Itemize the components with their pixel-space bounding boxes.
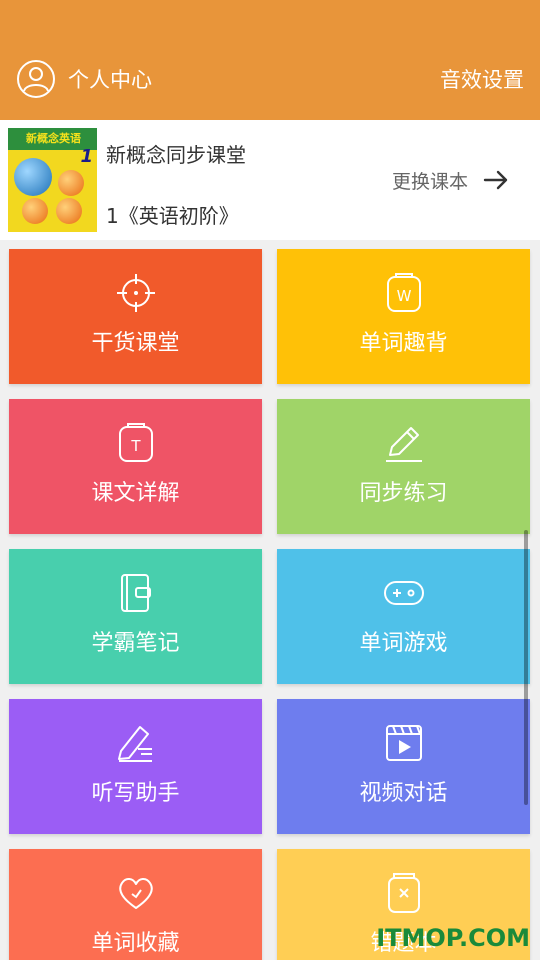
- tile-top-student-notes[interactable]: 学霸笔记: [9, 549, 262, 684]
- dictation-pen-icon: [117, 726, 152, 762]
- svg-text:W: W: [396, 287, 411, 305]
- book-title: 新概念同步课堂: [106, 143, 246, 167]
- change-book-label: 更换课本: [391, 170, 468, 193]
- tile-label: 课文详解: [91, 481, 180, 506]
- cover-title: 新概念英语: [26, 132, 81, 145]
- pencil-icon: [385, 427, 422, 462]
- cover-number: 1: [80, 146, 93, 167]
- tile-label: 单词趣背: [359, 331, 448, 356]
- notebook-icon: [120, 574, 151, 612]
- tile-label: 单词游戏: [359, 631, 448, 656]
- tile-dictation-helper[interactable]: 听写助手: [9, 699, 262, 834]
- gamepad-icon: [383, 581, 424, 605]
- scrollbar[interactable]: [524, 530, 528, 805]
- tile-label: 干货课堂: [91, 331, 180, 356]
- change-book-button[interactable]: 更换课本: [392, 166, 510, 194]
- video-icon: [385, 725, 422, 761]
- sound-settings-button[interactable]: 音效设置: [440, 64, 524, 94]
- tile-label: 单词收藏: [91, 931, 180, 956]
- tile-label: 同步练习: [359, 481, 448, 506]
- tile-word-memorize[interactable]: W 单词趣背: [277, 249, 530, 384]
- tile-text-explain[interactable]: T 课文详解: [9, 399, 262, 534]
- arrow-right-icon: [483, 170, 508, 190]
- user-center-label: 个人中心: [68, 68, 152, 92]
- tile-word-game[interactable]: 单词游戏: [277, 549, 530, 684]
- target-icon: [116, 274, 155, 312]
- user-avatar-icon: [17, 60, 55, 98]
- tile-label: 听写助手: [91, 781, 180, 806]
- book-cover-image: 新概念英语 1: [8, 128, 97, 232]
- user-center-button[interactable]: 个人中心: [16, 58, 152, 100]
- tile-sync-practice[interactable]: 同步练习: [277, 399, 530, 534]
- tile-video-dialog[interactable]: 视频对话: [277, 699, 530, 834]
- tile-label: 学霸笔记: [91, 631, 180, 656]
- tile-word-favorites[interactable]: 单词收藏: [9, 849, 262, 960]
- error-book-icon: [387, 873, 420, 913]
- watermark-logo: ITMOP.COM: [376, 924, 530, 952]
- book-subtitle: 1《英语初阶》: [106, 204, 239, 228]
- current-book-bar[interactable]: 新概念英语 1 新概念同步课堂 1《英语初阶》 更换课本: [0, 120, 540, 240]
- heart-icon: [118, 878, 153, 909]
- word-card-icon: W: [386, 273, 421, 312]
- text-card-icon: T: [118, 423, 153, 462]
- svg-text:T: T: [130, 437, 141, 455]
- top-header: 个人中心 音效设置: [0, 0, 540, 120]
- tile-label: 视频对话: [359, 781, 448, 806]
- tile-dry-goods-class[interactable]: 干货课堂: [9, 249, 262, 384]
